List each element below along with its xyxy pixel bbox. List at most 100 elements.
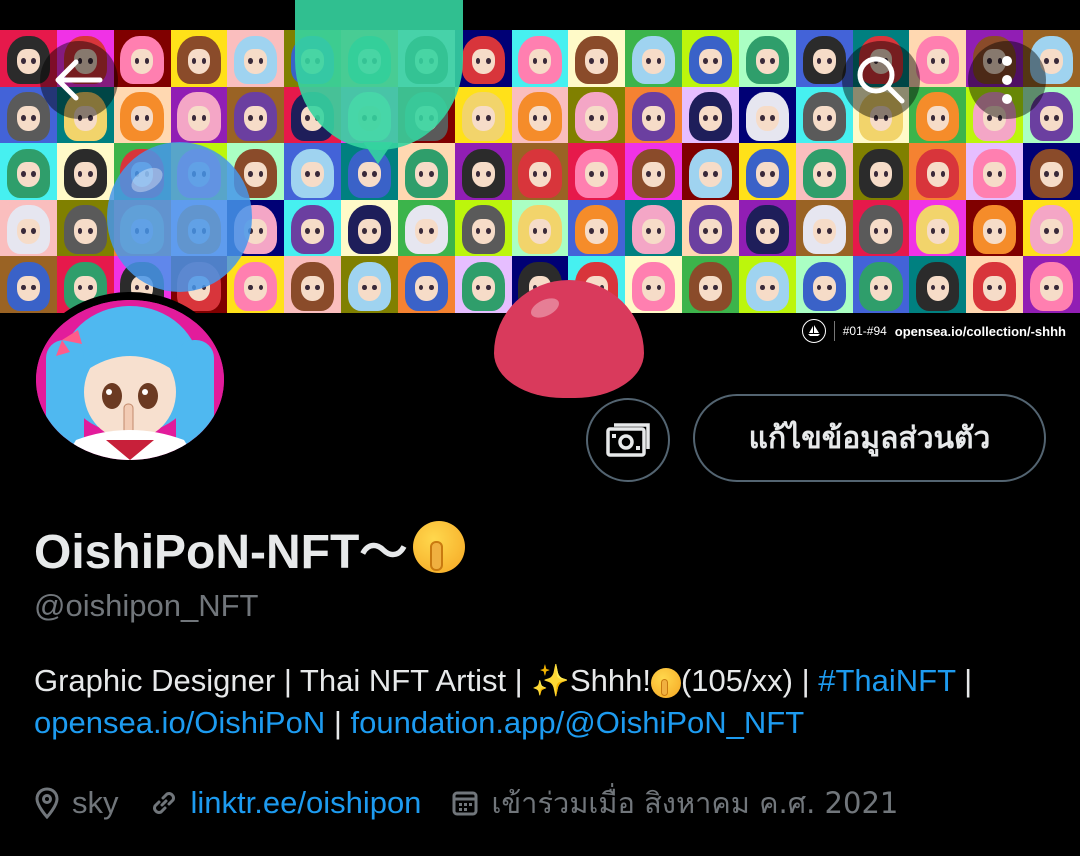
nft-tile (795, 256, 853, 313)
tag-divider (833, 321, 835, 341)
nft-tile (625, 86, 683, 144)
nft-tile (56, 143, 114, 200)
bio-text-2: Shhh! (569, 663, 651, 698)
nft-tile (682, 86, 739, 144)
nft-tile (795, 199, 853, 257)
nft-tile (625, 199, 683, 257)
nft-tile (227, 256, 285, 313)
nft-tile (511, 143, 569, 200)
nft-tile (909, 86, 967, 144)
nft-tile (454, 143, 512, 200)
collection-link: opensea.io/collection/-shhh (894, 323, 1066, 339)
bio-text-3: (105/xx) | (680, 663, 819, 698)
nft-tile (170, 30, 228, 87)
nft-tile (738, 86, 796, 144)
nft-tile (397, 199, 455, 257)
opensea-icon (801, 319, 826, 343)
bio-text-1: Graphic Designer | Thai NFT Artist | (34, 663, 532, 698)
nft-tile (511, 86, 569, 144)
website-link[interactable]: linktr.ee/oishipon (191, 785, 422, 821)
link-icon (152, 792, 175, 814)
nft-tile (454, 30, 512, 87)
nft-tile (852, 199, 910, 257)
tip-jar-button[interactable] (586, 398, 670, 482)
nft-tile (852, 143, 910, 200)
nft-tile (852, 256, 910, 313)
nft-tile (738, 199, 796, 257)
collection-tag: #01-#94 opensea.io/collection/-shhh (801, 319, 1066, 343)
nft-tile (682, 143, 739, 200)
nft-tile (568, 86, 626, 144)
blue-balloon-decoration (107, 142, 252, 292)
nft-tile (1023, 256, 1080, 313)
profile-avatar[interactable] (28, 292, 232, 468)
nft-tile (113, 30, 171, 87)
bio-separator: | (325, 705, 351, 740)
calendar-icon (452, 791, 478, 816)
foundation-link[interactable]: foundation.app/@OishiPoN_NFT (351, 705, 805, 740)
profile-banner[interactable] (0, 0, 1080, 313)
nft-tile (966, 199, 1024, 257)
more-vertical-icon (1002, 56, 1012, 104)
nft-tile (625, 30, 683, 87)
nft-tile (397, 256, 455, 313)
joined-item: เข้าร่วมเมื่อ สิงหาคม ค.ศ. 2021 (451, 780, 898, 826)
opensea-link[interactable]: opensea.io/OishiPoN (34, 705, 325, 740)
nft-tile (170, 86, 228, 144)
more-options-button[interactable] (968, 41, 1046, 119)
search-button[interactable] (842, 41, 920, 119)
nft-tile (909, 143, 967, 200)
collection-range: #01-#94 (842, 324, 887, 338)
nft-tile (227, 86, 285, 144)
sparkles-icon: ✨ (531, 663, 570, 698)
nft-tile (682, 30, 739, 87)
location-item: sky (34, 785, 119, 821)
shushing-face-icon-small (650, 667, 681, 698)
user-handle: @oishipon_NFT (34, 588, 259, 623)
nft-tile (397, 143, 455, 200)
avatar-ring (28, 292, 232, 468)
nft-tile (568, 30, 626, 87)
avatar-image (36, 300, 224, 460)
nft-tile (1023, 199, 1080, 257)
nft-tile (682, 256, 739, 313)
joined-date: เข้าร่วมเมื่อ สิงหาคม ค.ศ. 2021 (491, 786, 899, 820)
nft-tile (682, 199, 739, 257)
nft-tile (738, 256, 796, 313)
nft-tile (113, 86, 171, 144)
hashtag-link[interactable]: #ThaiNFT (818, 663, 955, 698)
nft-tile (0, 143, 57, 200)
back-button[interactable] (40, 41, 118, 119)
edit-profile-button[interactable]: แก้ไขข้อมูลส่วนตัว (693, 394, 1046, 482)
nft-tile (341, 199, 398, 257)
nft-tile (738, 30, 796, 87)
website-item[interactable]: linktr.ee/oishipon (149, 785, 422, 821)
shushing-face-icon (413, 521, 466, 573)
nft-tile (909, 256, 967, 313)
nft-tile (568, 199, 626, 257)
location-pin-icon (35, 787, 59, 819)
nft-tile (966, 143, 1024, 200)
nft-tile (909, 199, 967, 257)
nft-tile (284, 256, 342, 313)
profile-meta: sky linktr.ee/oishipon เข้าร่วมเมื่อ สิง… (34, 780, 928, 826)
arrow-left-icon (55, 59, 103, 101)
nft-tile (511, 30, 569, 87)
nft-tile (568, 143, 626, 200)
edit-profile-label: แก้ไขข้อมูลส่วนตัว (748, 420, 991, 456)
nft-tile (738, 143, 796, 200)
nft-tile (454, 256, 512, 313)
nft-tile (625, 256, 683, 313)
nft-tile (284, 199, 342, 257)
nft-tile (966, 256, 1024, 313)
nft-tile (625, 143, 683, 200)
search-icon (857, 56, 905, 104)
location-text: sky (72, 785, 119, 820)
nft-tile (795, 143, 853, 200)
money-icon (606, 423, 650, 457)
bio-text-4: | (955, 663, 973, 698)
nft-tile (284, 143, 342, 200)
nft-tile (341, 256, 398, 313)
nft-tile (227, 30, 285, 87)
nft-tile (1023, 143, 1080, 200)
